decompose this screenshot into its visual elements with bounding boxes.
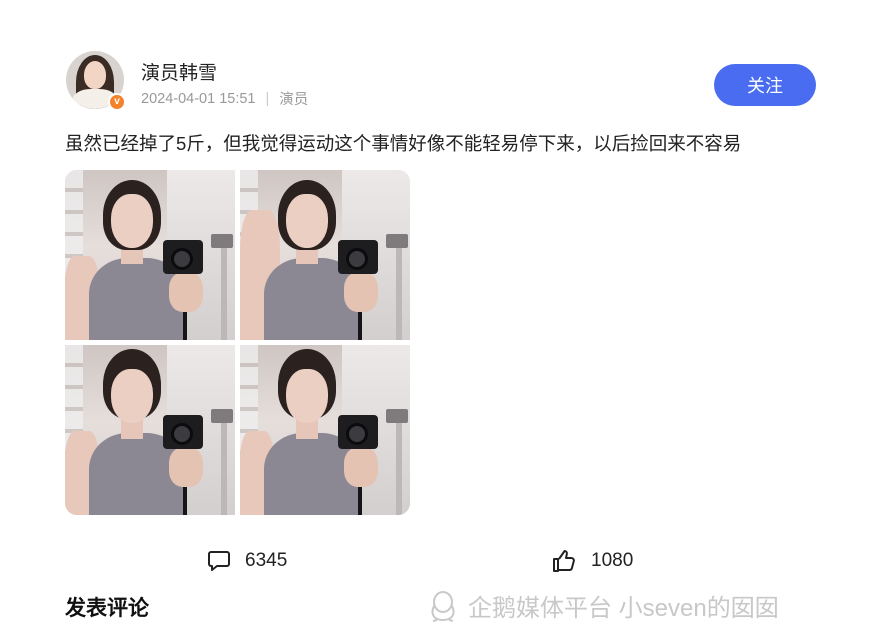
like-button[interactable]: 1080 — [551, 548, 633, 574]
avatar-face — [84, 61, 106, 89]
comment-section-title: 发表评论 — [65, 597, 149, 620]
post-text: 虽然已经掉了5斤，但我觉得运动这个事情好像不能轻易停下来，以后捡回来不容易 — [65, 133, 742, 154]
author-tag: 演员 — [279, 92, 309, 108]
post-datetime: 2024-04-01 15:51 — [141, 90, 256, 107]
comment-button[interactable]: 6345 — [207, 549, 287, 573]
follow-button[interactable]: 关注 — [714, 64, 816, 106]
watermark: 企鹅媒体平台 小seven的囡囡 — [428, 588, 779, 623]
image-gallery — [65, 170, 410, 515]
gallery-image-1[interactable] — [65, 170, 235, 340]
meta-separator: | — [265, 90, 270, 107]
watermark-text: 企鹅媒体平台 小seven的囡囡 — [468, 595, 779, 622]
gallery-image-4[interactable] — [240, 345, 410, 515]
post-meta: 2024-04-01 15:51 | 演员 — [141, 88, 308, 109]
thumbs-up-icon — [553, 550, 575, 572]
verified-badge-icon: v — [108, 93, 126, 111]
gallery-image-3[interactable] — [65, 345, 235, 515]
penguin-logo-icon — [431, 590, 455, 622]
author-name[interactable]: 演员韩雪 — [141, 58, 217, 85]
comment-icon — [208, 551, 230, 571]
comment-count: 6345 — [245, 550, 288, 571]
like-count: 1080 — [591, 550, 634, 571]
gallery-image-2[interactable] — [240, 170, 410, 340]
